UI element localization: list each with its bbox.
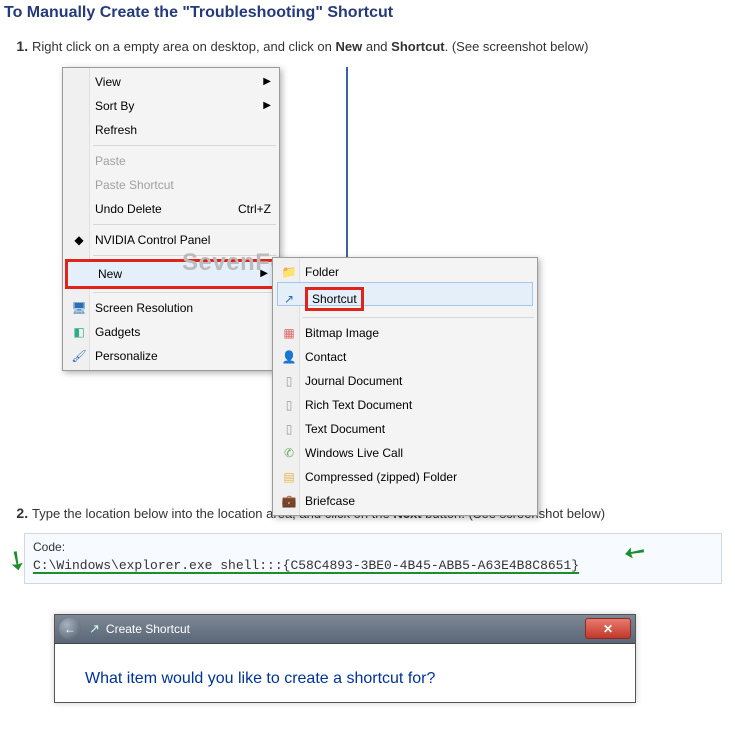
menu-separator <box>93 224 276 225</box>
document-icon: ▯ <box>281 397 297 413</box>
code-box: Code: C:\Windows\explorer.exe shell:::{C… <box>24 533 722 584</box>
create-shortcut-wizard: ← ↗ Create Shortcut ✕ What item would yo… <box>54 614 636 703</box>
submenu-item-shortcut[interactable]: ↗Shortcut <box>275 284 535 314</box>
menu-item-undo[interactable]: Undo DeleteCtrl+Z <box>65 197 277 221</box>
submenu-arrow-icon: ▶ <box>263 74 271 89</box>
document-icon: ▯ <box>281 421 297 437</box>
briefcase-icon: 💼 <box>281 493 297 509</box>
menu-separator <box>93 255 276 256</box>
desktop-context-menu: View▶ Sort By▶ Refresh Paste Paste Short… <box>62 67 280 371</box>
submenu-item-folder[interactable]: 📁Folder <box>275 260 535 284</box>
menu-item-sortby[interactable]: Sort By▶ <box>65 94 277 118</box>
wizard-heading: What item would you like to create a sho… <box>85 670 605 688</box>
menu-item-gadgets[interactable]: ◧Gadgets <box>65 320 277 344</box>
phone-icon: ✆ <box>281 445 297 461</box>
close-button[interactable]: ✕ <box>585 618 631 639</box>
wizard-titlebar: ← ↗ Create Shortcut ✕ <box>55 615 635 644</box>
menu-item-new[interactable]: New▶ <box>65 259 277 289</box>
menu-item-nvidia[interactable]: ◆NVIDIA Control Panel <box>65 228 277 252</box>
code-label: Code: <box>33 540 713 554</box>
step1-bold2: Shortcut <box>391 39 444 54</box>
folder-icon: 📁 <box>281 264 297 280</box>
code-value[interactable]: C:\Windows\explorer.exe shell:::{C58C489… <box>33 558 713 573</box>
shortcut-label: Ctrl+Z <box>238 200 271 218</box>
menu-item-paste: Paste <box>65 149 277 173</box>
nvidia-icon: ◆ <box>71 232 87 248</box>
shortcut-icon: ↗ <box>281 291 297 307</box>
shortcut-icon: ↗ <box>89 621 100 637</box>
submenu-item-journal[interactable]: ▯Journal Document <box>275 369 535 393</box>
submenu-arrow-icon: ▶ <box>263 98 271 113</box>
wizard-title: Create Shortcut <box>106 622 190 636</box>
contact-icon: 👤 <box>281 349 297 365</box>
menu-separator <box>93 292 276 293</box>
menu-item-paste-shortcut: Paste Shortcut <box>65 173 277 197</box>
monitor-icon: 🖥 <box>71 300 87 316</box>
submenu-item-contact[interactable]: 👤Contact <box>275 345 535 369</box>
image-icon: ▦ <box>281 325 297 341</box>
submenu-item-zip[interactable]: ▤Compressed (zipped) Folder <box>275 465 535 489</box>
step-1: Right click on a empty area on desktop, … <box>32 36 735 497</box>
back-button[interactable]: ← <box>59 618 81 640</box>
menu-separator <box>93 145 276 146</box>
step1-text: Right click on a empty area on desktop, … <box>32 39 336 54</box>
gadgets-icon: ◧ <box>71 324 87 340</box>
submenu-item-rtf[interactable]: ▯Rich Text Document <box>275 393 535 417</box>
submenu-item-bitmap[interactable]: ▦Bitmap Image <box>275 321 535 345</box>
menu-item-view[interactable]: View▶ <box>65 70 277 94</box>
document-icon: ▯ <box>281 373 297 389</box>
menu-item-screen-resolution[interactable]: 🖥Screen Resolution <box>65 296 277 320</box>
context-menu-screenshot: View▶ Sort By▶ Refresh Paste Paste Short… <box>62 67 562 497</box>
submenu-item-wlc[interactable]: ✆Windows Live Call <box>275 441 535 465</box>
menu-separator <box>303 317 534 318</box>
new-submenu: 📁Folder ↗Shortcut ▦Bitmap Image 👤Contact… <box>272 257 538 516</box>
submenu-arrow-icon: ▶ <box>260 266 268 281</box>
menu-item-personalize[interactable]: 🖌Personalize <box>65 344 277 368</box>
submenu-item-briefcase[interactable]: 💼Briefcase <box>275 489 535 513</box>
personalize-icon: 🖌 <box>71 348 87 364</box>
menu-item-refresh[interactable]: Refresh <box>65 118 277 142</box>
section-heading: To Manually Create the "Troubleshooting"… <box>4 4 735 22</box>
zip-icon: ▤ <box>281 469 297 485</box>
submenu-item-txt[interactable]: ▯Text Document <box>275 417 535 441</box>
step1-bold1: New <box>336 39 363 54</box>
